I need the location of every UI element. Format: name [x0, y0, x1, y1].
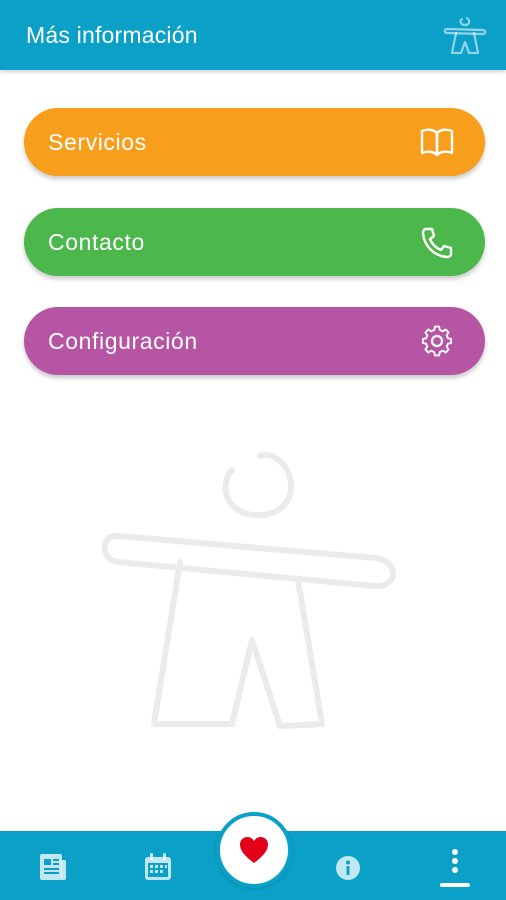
favorites-button[interactable]	[216, 812, 292, 888]
contacto-button[interactable]: Contacto	[24, 208, 485, 276]
info-icon[interactable]	[332, 851, 364, 883]
calendar-icon[interactable]	[142, 851, 174, 883]
phone-icon	[421, 227, 453, 259]
book-icon	[420, 128, 454, 157]
servicios-label: Servicios	[48, 129, 147, 155]
servicios-button[interactable]: Servicios	[24, 108, 485, 176]
gear-icon	[421, 325, 453, 357]
heart-icon	[240, 837, 268, 863]
more-icon[interactable]	[438, 847, 472, 889]
news-icon[interactable]	[37, 851, 69, 883]
app-bar: Más información	[0, 0, 506, 70]
configuracion-label: Configuración	[48, 328, 198, 354]
watermark-logo	[101, 452, 396, 729]
contacto-label: Contacto	[48, 229, 145, 255]
person-logo-icon	[443, 16, 487, 55]
configuracion-button[interactable]: Configuración	[24, 307, 485, 375]
page-title: Más información	[26, 22, 198, 48]
